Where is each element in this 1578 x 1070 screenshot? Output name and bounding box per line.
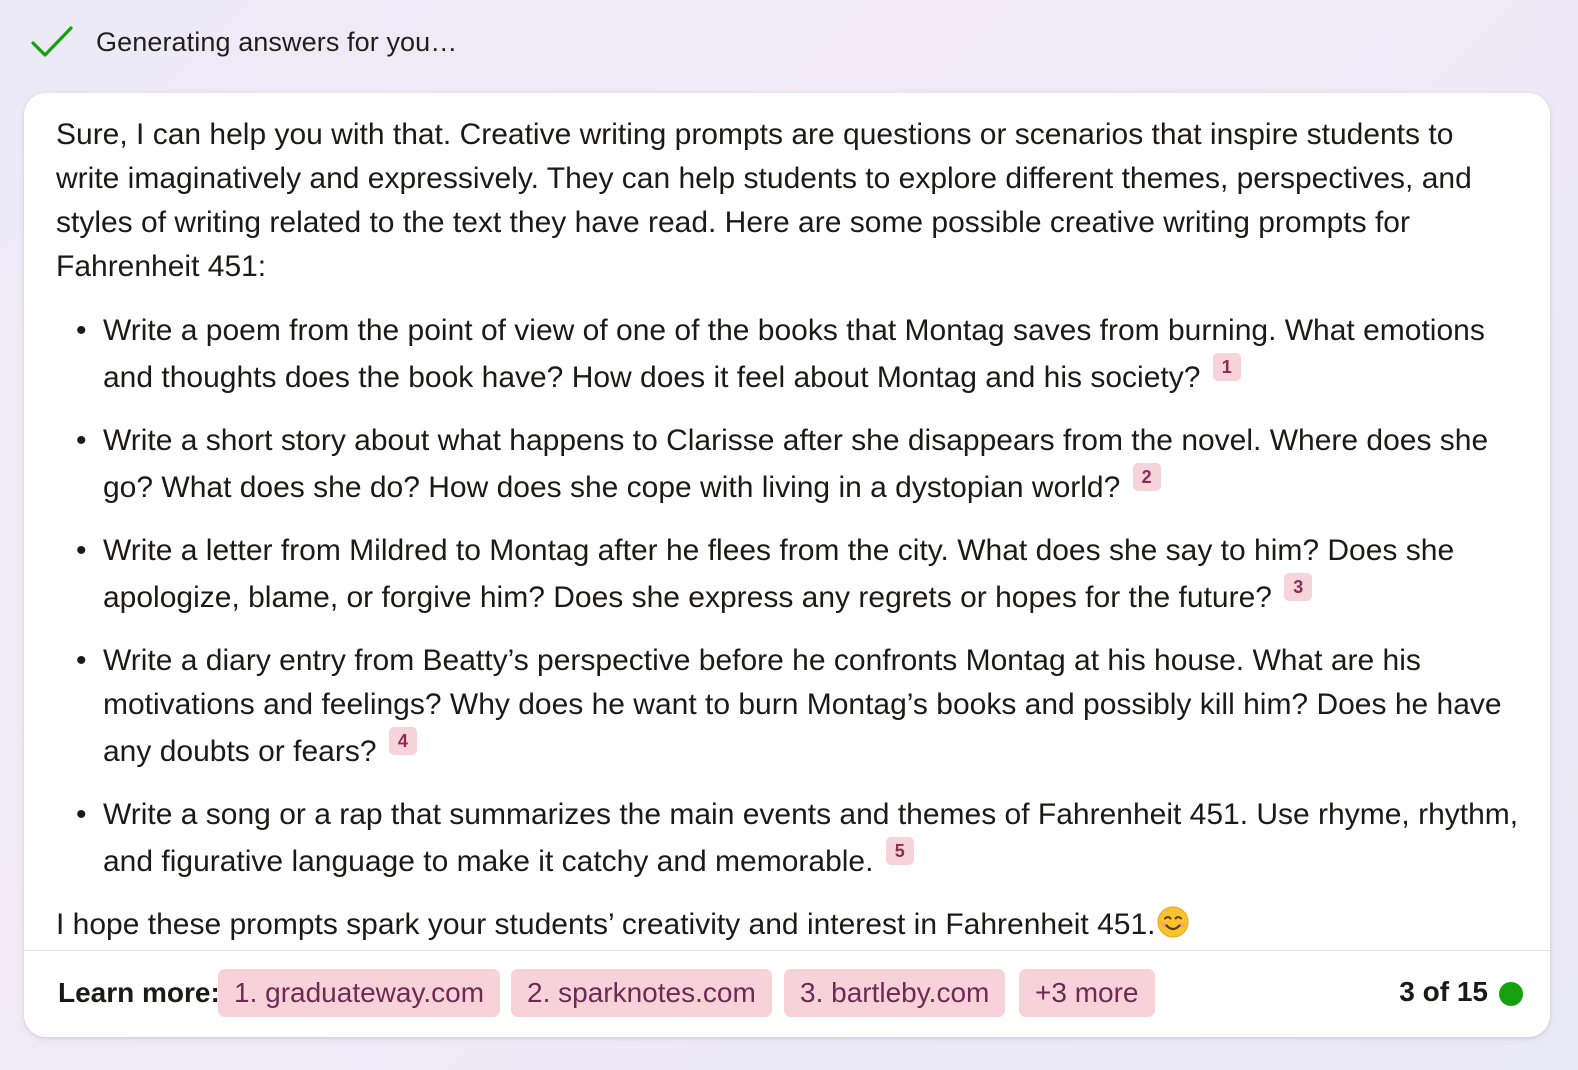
citation-badge[interactable]: 3: [1284, 573, 1313, 601]
list-item: • Write a poem from the point of view of…: [76, 309, 1522, 400]
bullet: •: [76, 424, 87, 457]
more-sources-button[interactable]: +3 more: [1019, 969, 1155, 1017]
citation-badge[interactable]: 2: [1132, 463, 1161, 491]
bullet: •: [76, 534, 87, 567]
response-body: Sure, I can help you with that. Creative…: [56, 113, 1522, 947]
learn-more-footer: Learn more: 1. graduateway.com 2. sparkn…: [24, 950, 1550, 1037]
prompt-text: Write a short story about what happens t…: [103, 424, 1489, 504]
checkmark-icon: [30, 24, 74, 60]
list-item: • Write a letter from Mildred to Montag …: [76, 529, 1522, 620]
bullet: •: [76, 798, 87, 831]
status-text: Generating answers for you…: [96, 26, 458, 57]
response-page-count: 3 of 15: [1399, 976, 1488, 1007]
generation-status: Generating answers for you…: [30, 22, 457, 62]
source-link-graduateway[interactable]: 1. graduateway.com: [218, 969, 501, 1017]
outro-text: I hope these prompts spark your students…: [56, 908, 1156, 941]
response-outro: I hope these prompts spark your students…: [56, 903, 1522, 947]
response-intro: Sure, I can help you with that. Creative…: [56, 118, 1472, 283]
status-indicator-dot: [1499, 982, 1523, 1006]
list-item: • Write a short story about what happens…: [76, 419, 1522, 510]
prompt-text: Write a song or a rap that summarizes th…: [103, 798, 1519, 878]
prompt-list: • Write a poem from the point of view of…: [56, 309, 1522, 884]
list-item: • Write a diary entry from Beatty’s pers…: [76, 639, 1522, 774]
bullet: •: [76, 314, 87, 347]
source-link-bartleby[interactable]: 3. bartleby.com: [784, 969, 1006, 1017]
prompt-text: Write a letter from Mildred to Montag af…: [103, 534, 1455, 614]
learn-more-label: Learn more:: [58, 977, 220, 1008]
citation-badge[interactable]: 5: [885, 837, 914, 865]
smiling-face-emoji-icon: [1157, 906, 1189, 938]
source-link-sparknotes[interactable]: 2. sparknotes.com: [511, 969, 772, 1017]
list-item: • Write a song or a rap that summarizes …: [76, 793, 1522, 884]
prompt-text: Write a diary entry from Beatty’s perspe…: [103, 644, 1502, 768]
citation-badge[interactable]: 1: [1212, 353, 1241, 381]
bullet: •: [76, 644, 87, 677]
response-card: Sure, I can help you with that. Creative…: [24, 93, 1550, 1037]
citation-badge[interactable]: 4: [388, 727, 417, 755]
prompt-text: Write a poem from the point of view of o…: [103, 314, 1485, 394]
